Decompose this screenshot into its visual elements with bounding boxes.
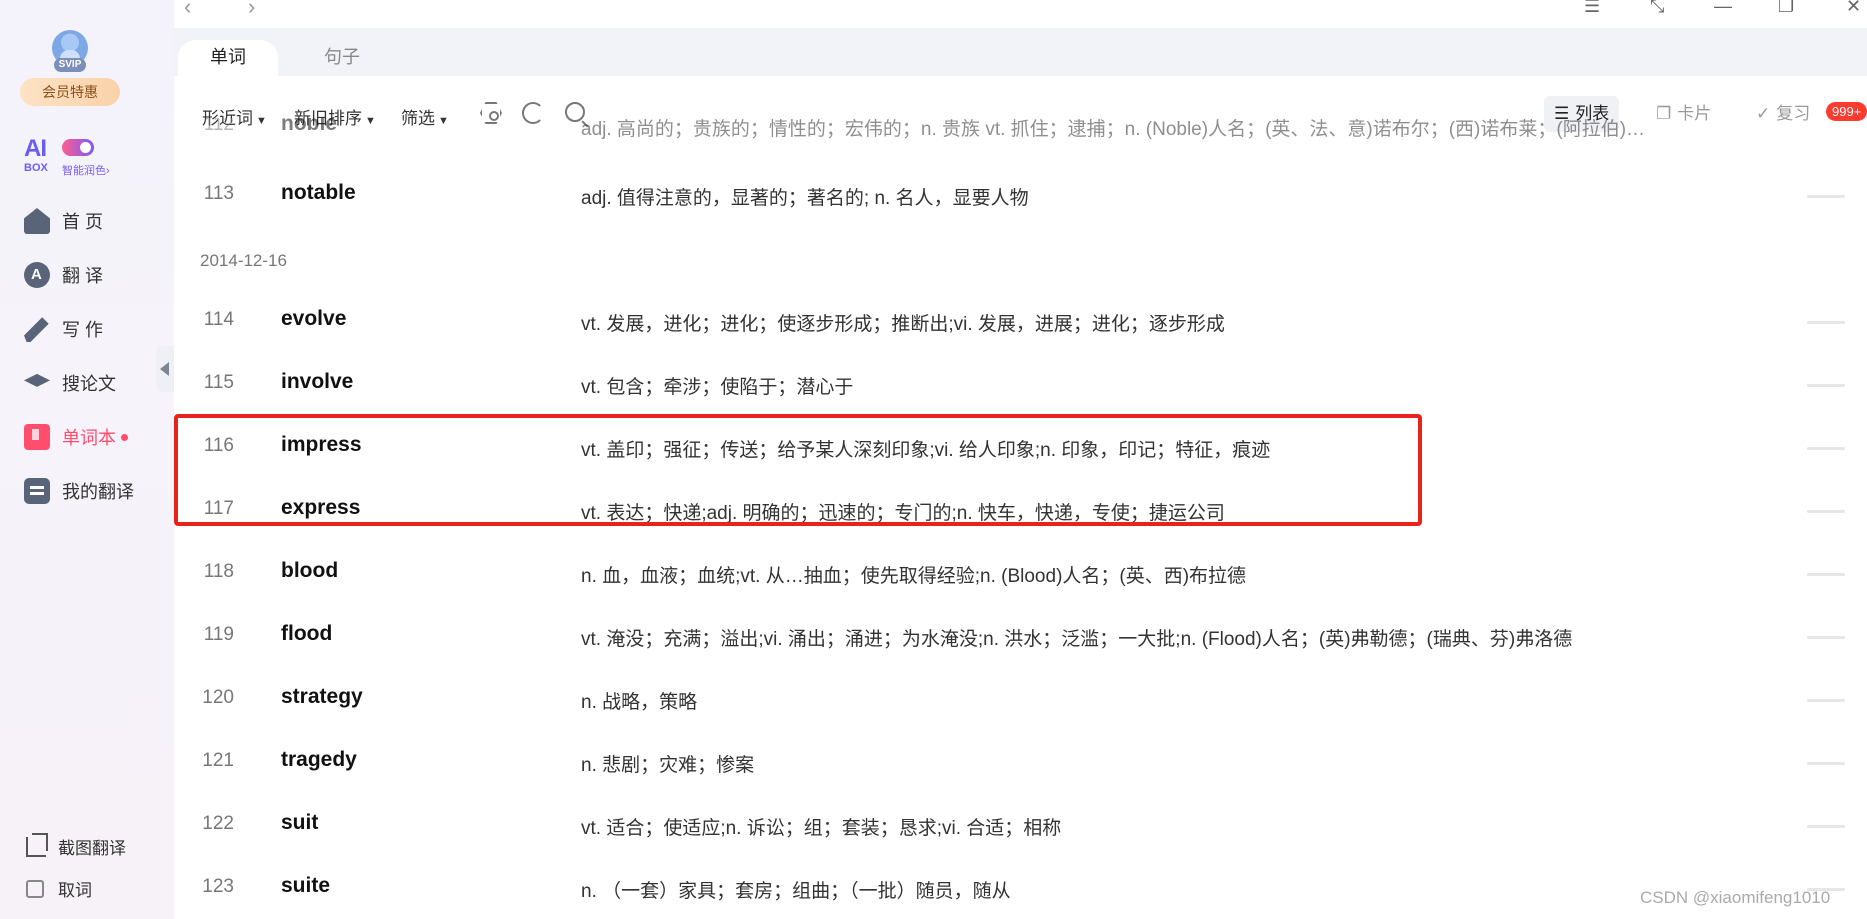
word-text[interactable]: notable — [281, 181, 356, 205]
menu-icon[interactable]: ☰ — [1584, 0, 1600, 17]
word-text[interactable]: suit — [281, 811, 318, 835]
svip-badge: SVIP — [54, 58, 86, 72]
list-item[interactable]: 120 strategy n. 战略，策略 — [174, 679, 1867, 719]
date-header: 2014-12-16 — [200, 251, 287, 270]
aibox-logo-ai: AI — [24, 135, 47, 162]
sidebar-item-my-translations[interactable]: 我的翻译 — [24, 476, 134, 506]
sidebar-item-label: 搜论文 — [62, 374, 116, 394]
home-icon — [24, 208, 50, 234]
sidebar-collapse-handle[interactable] — [156, 346, 174, 392]
drag-handle[interactable] — [1807, 573, 1845, 576]
back-button[interactable]: ‹ — [184, 0, 191, 20]
sidebar-item-write[interactable]: 写 作 — [24, 314, 103, 344]
tab-bar: 单词 句子 — [174, 28, 1867, 76]
sidebar-item-search-papers[interactable]: 搜论文 — [24, 368, 116, 398]
word-number: 112 — [203, 118, 234, 135]
sidebar-item-label: 首 页 — [62, 212, 104, 232]
forward-button[interactable]: › — [248, 0, 255, 20]
drag-handle[interactable] — [1807, 447, 1845, 450]
word-definition: n. 悲剧；灾难；惨案 — [581, 755, 755, 776]
word-capture-toggle[interactable]: 取词 — [26, 876, 92, 901]
crop-icon — [26, 832, 48, 857]
sidebar-item-label: 单词本 — [62, 428, 116, 448]
translate-icon — [24, 262, 50, 288]
word-definition: adj. 值得注意的，显著的；著名的; n. 名人，显要人物 — [581, 188, 1029, 209]
toggle-switch-icon[interactable] — [62, 139, 94, 156]
smart-polish-link[interactable]: 智能润色› — [62, 162, 110, 178]
word-capture-label: 取词 — [58, 881, 92, 900]
word-text[interactable]: evolve — [281, 307, 346, 331]
drag-handle[interactable] — [1807, 195, 1845, 198]
word-definition: n. 战略，策略 — [581, 692, 698, 713]
word-definition: vt. 包含；牵涉；使陷于；潜心于 — [581, 377, 854, 398]
word-text[interactable]: strategy — [281, 685, 363, 709]
list-item[interactable]: 118 blood n. 血，血液；血统;vt. 从…抽血；使先取得经验;n. … — [174, 553, 1867, 593]
sidebar-item-label: 翻 译 — [62, 266, 104, 286]
vip-offer-button[interactable]: 会员特惠 — [20, 78, 120, 106]
word-number: 115 — [203, 372, 234, 393]
list-item[interactable]: 113 notable adj. 值得注意的，显著的；著名的; n. 名人，显要… — [174, 175, 1867, 215]
word-number: 119 — [203, 624, 234, 645]
tab-words[interactable]: 单词 — [178, 40, 278, 76]
aibox-logo-box: BOX — [24, 162, 48, 174]
shrink-icon[interactable]: ⤡ — [1650, 0, 1664, 17]
drag-handle[interactable] — [1807, 699, 1845, 702]
word-number: 121 — [202, 750, 234, 771]
screenshot-translate-button[interactable]: 截图翻译 — [26, 832, 126, 859]
my-translation-icon — [24, 478, 50, 504]
word-definition: n. （一套）家具；套房；组曲；（一批）随员，随从 — [581, 881, 1011, 902]
drag-handle[interactable] — [1807, 762, 1845, 765]
word-definition: vt. 适合；使适应;n. 诉讼；组；套装；恳求;vi. 合适；相称 — [581, 818, 1062, 839]
sidebar-item-translate[interactable]: 翻 译 — [24, 260, 103, 290]
checkbox-icon[interactable] — [26, 879, 44, 898]
word-number: 122 — [202, 813, 234, 834]
screenshot-translate-label: 截图翻译 — [58, 839, 126, 858]
word-text[interactable]: involve — [281, 370, 353, 394]
drag-handle[interactable] — [1807, 510, 1845, 513]
word-definition: n. 血，血液；血统;vt. 从…抽血；使先取得经验;n. (Blood)人名；… — [581, 566, 1247, 587]
word-number: 114 — [203, 309, 234, 330]
drag-handle[interactable] — [1807, 321, 1845, 324]
list-item[interactable]: 119 flood vt. 淹没；充满；溢出;vi. 涌出；涌进；为水淹没;n.… — [174, 616, 1867, 656]
maximize-icon[interactable]: ❐ — [1778, 0, 1794, 17]
graduation-cap-icon — [24, 373, 50, 387]
drag-handle[interactable] — [1807, 384, 1845, 387]
list-item[interactable]: 121 tragedy n. 悲剧；灾难；惨案 — [174, 742, 1867, 782]
list-item[interactable]: 122 suit vt. 适合；使适应;n. 诉讼；组；套装；恳求;vi. 合适… — [174, 805, 1867, 845]
title-bar: ‹ › ☰ ⤡ — ❐ ✕ — [174, 0, 1867, 20]
word-text[interactable]: blood — [281, 559, 338, 583]
tab-sentences[interactable]: 句子 — [324, 40, 360, 76]
sidebar-item-home[interactable]: 首 页 — [24, 206, 103, 236]
word-text[interactable]: suite — [281, 874, 330, 898]
sidebar: SVIP 会员特惠 AI BOX 智能润色› 首 页 翻 译 写 作 搜论文 单… — [0, 0, 174, 919]
drag-handle[interactable] — [1807, 636, 1845, 639]
word-number: 118 — [203, 561, 234, 582]
word-text[interactable]: flood — [281, 622, 332, 646]
list-item[interactable]: 112 noble adj. 高尚的；贵族的；情性的；宏伟的；n. 贵族 vt.… — [174, 118, 1867, 146]
close-icon[interactable]: ✕ — [1846, 0, 1861, 17]
watermark: CSDN @xiaomifeng1010 — [1640, 888, 1831, 907]
list-item[interactable]: 115 involve vt. 包含；牵涉；使陷于；潜心于 — [174, 364, 1867, 404]
word-number: 123 — [202, 876, 234, 897]
word-definition: adj. 高尚的；贵族的；情性的；宏伟的；n. 贵族 vt. 抓住；逮捕；n. … — [581, 119, 1646, 140]
minimize-icon[interactable]: — — [1714, 0, 1732, 17]
word-number: 120 — [202, 687, 234, 708]
word-number: 113 — [203, 183, 234, 204]
sidebar-item-label: 写 作 — [62, 320, 104, 340]
sidebar-item-label: 我的翻译 — [62, 482, 134, 502]
notification-dot — [121, 433, 128, 441]
write-icon — [24, 317, 49, 342]
word-definition: vt. 淹没；充满；溢出;vi. 涌出；涌进；为水淹没;n. 洪水；泛滥；一大批… — [581, 629, 1573, 650]
list-item[interactable]: 123 suite n. （一套）家具；套房；组曲；（一批）随员，随从 — [174, 868, 1867, 908]
sidebar-item-wordbook[interactable]: 单词本 — [24, 422, 128, 452]
avatar[interactable]: SVIP — [50, 30, 90, 74]
wordbook-icon — [24, 424, 50, 450]
aibox-toggle[interactable]: AI BOX 智能润色› — [24, 135, 134, 177]
red-highlight-box — [174, 414, 1422, 526]
word-text[interactable]: tragedy — [281, 748, 357, 772]
word-text[interactable]: noble — [281, 118, 337, 136]
list-item[interactable]: 114 evolve vt. 发展，进化；进化；使逐步形成；推断出;vi. 发展… — [174, 301, 1867, 341]
word-definition: vt. 发展，进化；进化；使逐步形成；推断出;vi. 发展，进展；进化；逐步形成 — [581, 314, 1225, 335]
drag-handle[interactable] — [1807, 825, 1845, 828]
